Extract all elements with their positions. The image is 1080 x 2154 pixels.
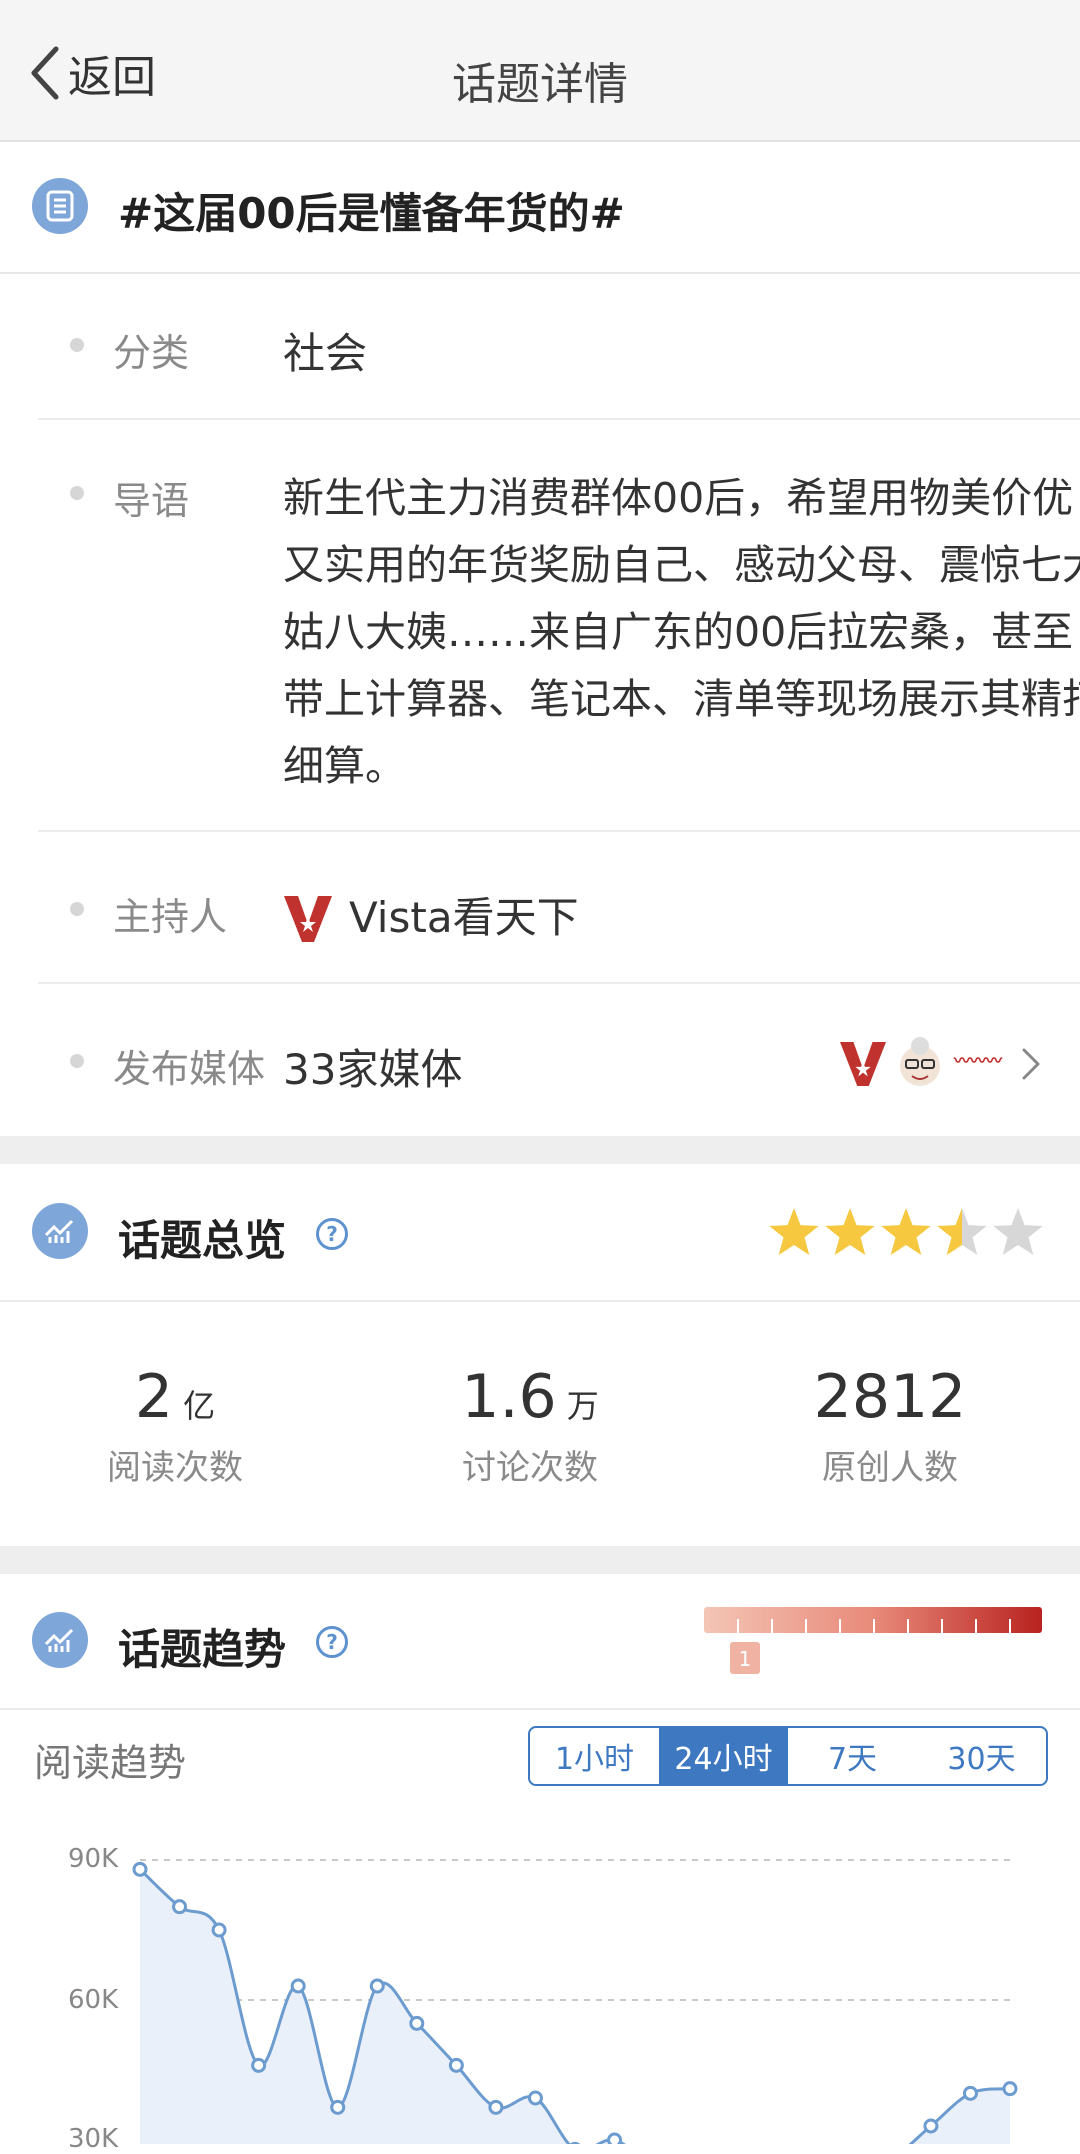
trend-title: 话题趋势	[118, 1625, 287, 1674]
overview-divider	[0, 1300, 1080, 1302]
tab-1h[interactable]: 1小时	[530, 1728, 659, 1784]
host-label: 主持人	[113, 895, 228, 939]
trend-point[interactable]	[1002, 2081, 1018, 2097]
rating-stars	[768, 1202, 1048, 1266]
heat-scale-ticks	[737, 1619, 1011, 1633]
overview-title: 话题总览	[118, 1216, 287, 1265]
host-name: Vista看天下	[349, 893, 579, 942]
trend-point[interactable]	[962, 2085, 978, 2101]
trend-chart-icon	[32, 1612, 88, 1668]
host-row[interactable]: 主持人 Vista看天下	[38, 832, 1080, 984]
category-value: 社会	[283, 329, 368, 378]
trend-help-icon[interactable]: ?	[316, 1626, 348, 1658]
media-label: 发布媒体	[113, 1047, 266, 1091]
stat-discuss-label: 讨论次数	[462, 1448, 598, 1488]
media-logo-vista-icon	[840, 1041, 886, 1087]
heat-level-value: 1	[738, 1647, 752, 1671]
trend-point[interactable]	[923, 2118, 939, 2134]
svg-text:〰︎〰︎〰︎: 〰︎〰︎〰︎	[953, 1053, 1003, 1070]
trend-point[interactable]	[172, 1899, 188, 1915]
stat-discuss-value: 1.6 万	[415, 1362, 645, 1432]
stat-read-unit: 亿	[183, 1387, 216, 1425]
star-4	[937, 1208, 987, 1255]
topic-list-icon	[32, 178, 88, 234]
stat-original-number: 2812	[813, 1362, 967, 1432]
stat-original-label: 原创人数	[822, 1448, 958, 1488]
category-row: 分类 社会	[38, 272, 1080, 420]
trend-point[interactable]	[607, 2132, 623, 2144]
category-label: 分类	[113, 331, 190, 375]
trend-point[interactable]	[409, 2015, 425, 2031]
trend-point[interactable]	[527, 2090, 543, 2106]
nav-header: 返回 话题详情	[0, 0, 1080, 142]
time-range-tabs: 1小时 24小时 7天 30天	[528, 1726, 1048, 1786]
star-2	[825, 1208, 875, 1255]
page-title: 话题详情	[452, 59, 628, 110]
section-divider	[0, 1546, 1080, 1574]
trend-point[interactable]	[448, 2057, 464, 2073]
vista-logo-icon	[284, 896, 332, 942]
stat-read-label: 阅读次数	[107, 1448, 243, 1488]
tab-7d[interactable]: 7天	[788, 1728, 917, 1784]
bullet-dot	[70, 486, 84, 500]
tab-30d[interactable]: 30天	[917, 1728, 1046, 1784]
trend-point[interactable]	[330, 2099, 346, 2115]
stat-read-number: 2	[134, 1362, 174, 1432]
media-avatar-icon	[900, 1037, 940, 1086]
tab-24h[interactable]: 24小时	[659, 1728, 788, 1784]
media-value: 33家媒体	[283, 1045, 463, 1094]
bullet-dot	[70, 338, 84, 352]
trend-divider	[0, 1708, 1080, 1710]
media-row[interactable]: 发布媒体 33家媒体 〰︎〰︎〰︎	[38, 984, 1080, 1134]
star-1	[769, 1208, 819, 1255]
star-5	[993, 1208, 1043, 1255]
intro-text: 新生代主力消费群体00后，希望用物美价优又实用的年货奖励自己、感动父母、震惊七大…	[283, 474, 1080, 790]
trend-point[interactable]	[290, 1978, 306, 1994]
trend-point[interactable]	[369, 1978, 385, 1994]
overview-chart-icon	[32, 1203, 88, 1259]
trend-point[interactable]	[211, 1922, 227, 1938]
intro-label: 导语	[113, 479, 190, 523]
stat-original-value: 2812	[770, 1362, 1010, 1432]
reading-trend-chart	[132, 1859, 1018, 2144]
heat-scale-bar	[704, 1607, 1042, 1633]
stat-read-value: 2亿	[60, 1362, 290, 1432]
trend-point[interactable]	[488, 2099, 504, 2115]
intro-row: 导语 新生代主力消费群体00后，希望用物美价优又实用的年货奖励自己、感动父母、震…	[38, 420, 1080, 832]
topic-title: #这届00后是懂备年货的#	[118, 189, 625, 238]
trend-area	[140, 1869, 1010, 2144]
section-divider	[0, 1136, 1080, 1164]
star-3	[881, 1208, 931, 1255]
trend-point[interactable]	[251, 2057, 267, 2073]
stat-discuss-unit: 万	[566, 1387, 599, 1425]
overview-help-icon[interactable]: ?	[316, 1218, 348, 1250]
trend-point[interactable]	[132, 1861, 148, 1877]
heat-level-marker: 1	[730, 1642, 760, 1674]
bullet-dot	[70, 1054, 84, 1068]
stat-discuss-number: 1.6	[461, 1362, 557, 1432]
star-rating-graphic	[769, 1208, 1043, 1255]
reading-trend-label: 阅读趋势	[34, 1741, 187, 1785]
media-logo-red-icon: 〰︎〰︎〰︎	[953, 1053, 1003, 1070]
topic-title-row: #这届00后是懂备年货的#	[0, 140, 1080, 274]
chevron-right-icon[interactable]	[1020, 1046, 1042, 1082]
bullet-dot	[70, 902, 84, 916]
